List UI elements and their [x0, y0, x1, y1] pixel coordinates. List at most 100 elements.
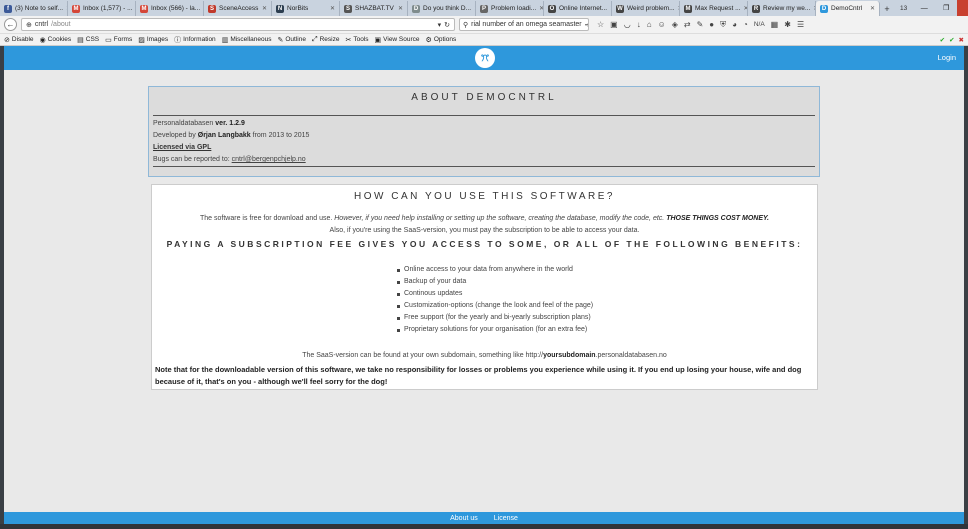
- clipboard-icon[interactable]: ▣: [610, 20, 618, 29]
- browser-tab[interactable]: f(3) Note to self...✕: [0, 1, 68, 16]
- benefits-title: PAYING A SUBSCRIPTION FEE GIVES YOU ACCE…: [166, 239, 803, 249]
- browser-tab[interactable]: RReview my we...✕: [748, 1, 816, 16]
- smiley-icon[interactable]: ☺: [658, 20, 666, 29]
- reload-icon[interactable]: ↻: [444, 21, 450, 29]
- puzzle-icon[interactable]: ✱: [784, 20, 791, 29]
- license-link[interactable]: Licensed via GPL: [153, 144, 211, 151]
- login-link[interactable]: Login: [938, 53, 956, 62]
- browser-tab[interactable]: OOnline Internet...✕: [544, 1, 612, 16]
- devbar-item[interactable]: ⓘ Information: [174, 35, 216, 45]
- browser-tab[interactable]: DDo you think D...✕: [408, 1, 476, 16]
- about-us-link[interactable]: About us: [450, 515, 478, 522]
- tab-favicon-icon: N: [276, 4, 284, 13]
- free-use-line: The software is free for download and us…: [200, 215, 769, 222]
- pocket-icon[interactable]: ◡: [624, 20, 631, 29]
- bugs-line: Bugs can be reported to: cntrl@bergenpch…: [153, 156, 306, 163]
- site-header: ꔫ Login: [4, 46, 964, 70]
- devbar-item[interactable]: ▤ CSS: [77, 36, 99, 44]
- devbar-item-label: Outline: [285, 36, 306, 43]
- devbar-item[interactable]: ✎ Outline: [278, 36, 306, 44]
- benefit-item: Proprietary solutions for your organisat…: [397, 324, 593, 336]
- url-bar[interactable]: ⊕ cntrl/about ▾ ↻: [21, 18, 455, 31]
- home-icon[interactable]: ⌂: [647, 20, 652, 29]
- tab-favicon-icon: S: [344, 4, 352, 13]
- browser-tab[interactable]: MInbox (566) - la...✕: [136, 1, 204, 16]
- tab-label: DemoCntrl: [831, 5, 863, 12]
- devbar-item-icon: ▭: [105, 36, 112, 44]
- devbar-item[interactable]: ◉ Cookies: [40, 36, 72, 44]
- site-logo[interactable]: ꔫ: [475, 48, 495, 68]
- search-go-icon[interactable]: ➔: [585, 21, 588, 29]
- circle-icon[interactable]: ●: [709, 20, 714, 29]
- devbar-item[interactable]: ⚙ Options: [426, 36, 457, 44]
- benefit-item: Backup of your data: [397, 276, 593, 288]
- devbar-item-icon: ◉: [39, 36, 46, 44]
- addon-icon[interactable]: ◈: [672, 20, 678, 29]
- devbar-item-label: Resize: [319, 36, 340, 43]
- devbar-item-label: View Source: [383, 36, 420, 43]
- tab-count: 13: [900, 5, 908, 12]
- browser-tab[interactable]: MInbox (1,577) - ...✕: [68, 1, 136, 16]
- tab-label: Review my we...: [763, 5, 811, 12]
- grid-icon[interactable]: ▦: [771, 20, 779, 29]
- devbar-item-icon: ▣: [374, 36, 382, 44]
- download-icon[interactable]: ↓: [637, 20, 641, 29]
- devbar-item[interactable]: ▨ Images: [138, 36, 168, 44]
- tab-close-icon[interactable]: ✕: [262, 5, 267, 12]
- browser-tab[interactable]: S SceneAccess ✕: [204, 1, 272, 16]
- devbar-item[interactable]: ✂ Tools: [345, 36, 368, 44]
- star-icon[interactable]: ☆: [597, 20, 604, 29]
- tab-favicon-icon: M: [684, 4, 692, 13]
- about-title: ABOUT DEMOCNTRL: [411, 92, 557, 103]
- close-window-icon[interactable]: ✕: [957, 0, 968, 16]
- devbar-item[interactable]: ▥ Miscellaneous: [222, 36, 272, 44]
- devbar-item-icon: ⤢: [311, 35, 318, 43]
- license-footer-link[interactable]: License: [494, 515, 518, 522]
- usage-title: HOW CAN YOU USE THIS SOFTWARE?: [354, 191, 615, 202]
- tab-label: NorBits: [287, 5, 309, 12]
- back-button[interactable]: ←: [4, 18, 17, 31]
- url-path: /about: [51, 21, 71, 28]
- dropdown-icon[interactable]: ▾: [438, 21, 442, 29]
- right-edge: [964, 46, 968, 524]
- new-tab-button[interactable]: +: [880, 1, 894, 16]
- ghost-icon[interactable]: ◕: [732, 20, 737, 29]
- tab-close-icon[interactable]: ✕: [398, 5, 403, 12]
- devbar-status: ✔ ✔ ✖: [940, 36, 964, 44]
- browser-tab[interactable]: WWeird problem...✕: [612, 1, 680, 16]
- search-bar[interactable]: ⚲ rial number of an omega seamaster ➔: [459, 18, 589, 31]
- shield-icon[interactable]: ⛨: [720, 20, 726, 30]
- minimize-icon[interactable]: —: [913, 0, 935, 16]
- devbar-item-label: CSS: [85, 36, 100, 43]
- na-label: N/A: [753, 21, 765, 28]
- tab-close-icon[interactable]: ✕: [330, 5, 335, 12]
- bugs-email-link[interactable]: cntrl@bergenpchjelp.no: [232, 156, 306, 163]
- browser-tab[interactable]: S SHAZBAT.TV ✕: [340, 1, 408, 16]
- sync-icon[interactable]: ⇄: [684, 20, 691, 29]
- toolbar-icons: ☆ ▣ ◡ ↓ ⌂ ☺ ◈ ⇄ ✎ ● ⛨ ◕ ◔ N/A ▦ ✱ ☰: [597, 20, 804, 30]
- nav-toolbar: ← ⊕ cntrl/about ▾ ↻ ⚲ rial number of an …: [0, 16, 968, 34]
- devbar-item-label: Tools: [353, 36, 369, 43]
- version-line: Personaldatabasen ver. 1.2.9: [153, 120, 245, 127]
- devbar-item[interactable]: ⊘ Disable: [4, 36, 34, 44]
- benefits-list: Online access to your data from anywhere…: [397, 264, 593, 336]
- site-footer: About us License: [4, 512, 964, 524]
- browser-tab[interactable]: P Problem loadi... ✕: [476, 1, 544, 16]
- developer-name: Ørjan Langbakk: [197, 132, 251, 139]
- tab-favicon-icon: R: [752, 4, 760, 13]
- menu-icon[interactable]: ☰: [797, 20, 804, 29]
- web-developer-toolbar: ⊘ Disable ◉ Cookies ▤ CSS ▭ Forms ▨ Images ⓘ Inform…: [0, 34, 968, 46]
- browser-tab[interactable]: D DemoCntrl ✕: [816, 1, 880, 16]
- browser-tab[interactable]: MMax Request ...✕: [680, 1, 748, 16]
- devbar-item[interactable]: ▣ View Source: [375, 36, 420, 44]
- pen-icon[interactable]: ✎: [697, 20, 704, 29]
- browser-tab[interactable]: N NorBits ✕: [272, 1, 340, 16]
- benefit-item: Online access to your data from anywhere…: [397, 264, 593, 276]
- tab-close-icon[interactable]: ✕: [870, 5, 875, 12]
- restore-icon[interactable]: ❐: [935, 0, 957, 16]
- devbar-item[interactable]: ▭ Forms: [105, 36, 132, 44]
- developer-line: Developed by Ørjan Langbakk from 2013 to…: [153, 132, 310, 139]
- pie-icon[interactable]: ◔: [743, 20, 748, 29]
- tab-label: (3) Note to self...: [15, 5, 64, 12]
- devbar-item[interactable]: ⤢ Resize: [312, 36, 339, 44]
